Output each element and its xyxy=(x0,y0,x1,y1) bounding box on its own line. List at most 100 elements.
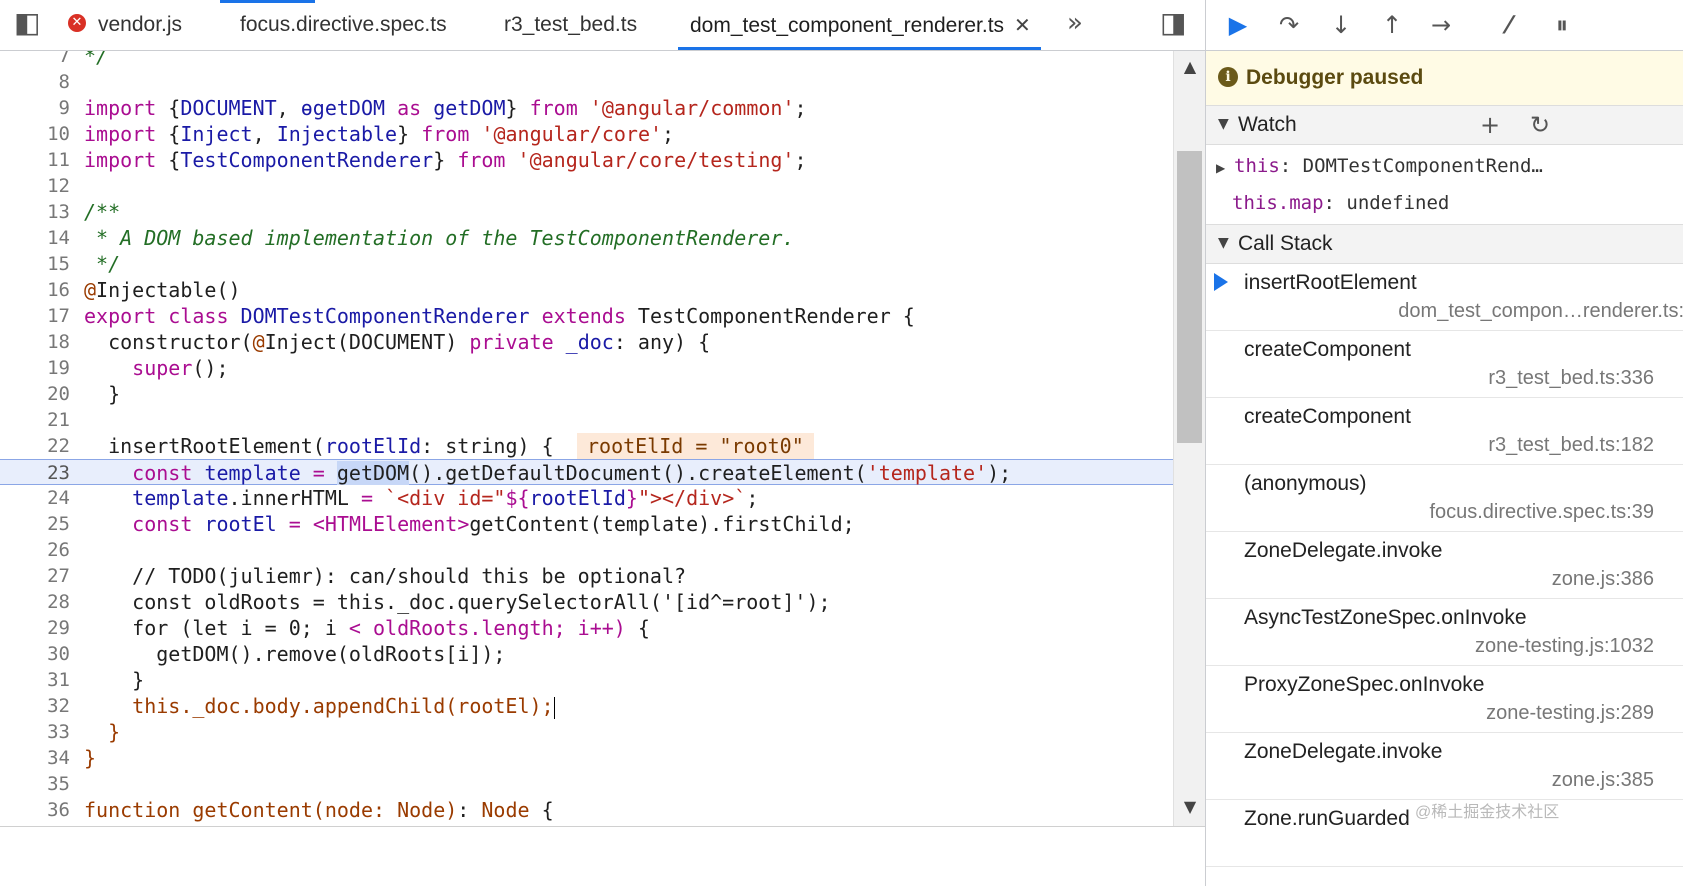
line-number[interactable]: 26 xyxy=(0,537,70,563)
line-number[interactable]: 35 xyxy=(0,771,70,797)
resume-icon[interactable]: ▶ xyxy=(1218,0,1258,50)
code-line[interactable]: 22 insertRootElement(rootElId: string) {… xyxy=(0,433,1173,459)
deactivate-breakpoints-icon[interactable]: ⁄ xyxy=(1489,0,1529,50)
toggle-navigator-icon[interactable]: ◧ xyxy=(14,6,40,39)
code-line[interactable]: 10 import {Inject, Injectable} from '@ang… xyxy=(0,121,1173,147)
scroll-down-icon[interactable]: ▼ xyxy=(1174,797,1206,816)
code-area[interactable]: 7 */8 9 import {DOCUMENT, ɵgetDOM as getDOM… xyxy=(0,51,1173,826)
line-number[interactable]: 19 xyxy=(0,355,70,381)
line-number[interactable]: 15 xyxy=(0,251,70,277)
expand-triangle-icon[interactable]: ▶ xyxy=(1216,150,1234,184)
code-line[interactable]: 21 xyxy=(0,407,1173,433)
line-number[interactable]: 11 xyxy=(0,147,70,173)
line-number[interactable]: 36 xyxy=(0,797,70,823)
code-line[interactable]: 7 */ xyxy=(0,51,1173,69)
line-number[interactable]: 29 xyxy=(0,615,70,641)
code-line[interactable]: 32 this._doc.body.appendChild(rootEl); xyxy=(0,693,1173,719)
code-line[interactable]: 16 @Injectable() xyxy=(0,277,1173,303)
line-number[interactable]: 30 xyxy=(0,641,70,667)
frame-location[interactable]: dom_test_compon…renderer.ts: xyxy=(1398,300,1683,323)
code-line[interactable]: 31 } xyxy=(0,667,1173,693)
line-number[interactable]: 25 xyxy=(0,511,70,537)
line-number[interactable]: 24 xyxy=(0,485,70,511)
tab-vendor-js[interactable]: ✕ vendor.js xyxy=(68,0,182,50)
step-into-icon[interactable]: ↓ xyxy=(1321,0,1361,50)
code-line[interactable]: 17 export class DOMTestComponentRenderer … xyxy=(0,303,1173,329)
line-number[interactable]: 10 xyxy=(0,121,70,147)
frame-location[interactable]: zone.js:385 xyxy=(1552,769,1654,792)
frame-location[interactable]: r3_test_bed.ts:182 xyxy=(1488,434,1654,457)
code-line[interactable]: 19 super(); xyxy=(0,355,1173,381)
code-line[interactable]: 13 /** xyxy=(0,199,1173,225)
code-line[interactable]: 24 template.innerHTML = `<div id="${root… xyxy=(0,485,1173,511)
frame-location[interactable]: focus.directive.spec.ts:39 xyxy=(1429,501,1654,524)
line-number[interactable]: 16 xyxy=(0,277,70,303)
code-line[interactable]: 14 * A DOM based implementation of the T… xyxy=(0,225,1173,251)
line-number[interactable]: 17 xyxy=(0,303,70,329)
line-number[interactable]: 33 xyxy=(0,719,70,745)
step-out-icon[interactable]: ↑ xyxy=(1372,0,1412,50)
pause-on-exceptions-icon[interactable]: ⏸ xyxy=(1542,0,1582,50)
code-line[interactable]: 20 } xyxy=(0,381,1173,407)
call-frame-current[interactable]: insertRootElement dom_test_compon…rendere… xyxy=(1206,264,1683,331)
code-line[interactable]: 9 import {DOCUMENT, ɵgetDOM as getDOM} fr… xyxy=(0,95,1173,121)
line-number[interactable]: 21 xyxy=(0,407,70,433)
watch-expression[interactable]: this.map: undefined xyxy=(1206,185,1683,221)
watch-expression[interactable]: ▶ this: DOMTestComponentRend… xyxy=(1206,148,1683,184)
line-number[interactable]: 22 xyxy=(0,433,70,459)
line-number[interactable]: 23 xyxy=(0,460,70,486)
call-frame[interactable]: createComponent r3_test_bed.ts:336 xyxy=(1206,331,1683,398)
more-tabs-icon[interactable]: » xyxy=(1067,8,1083,38)
line-number[interactable]: 13 xyxy=(0,199,70,225)
step-icon[interactable]: → xyxy=(1421,0,1461,50)
call-frame[interactable]: ZoneDelegate.invoke zone.js:386 xyxy=(1206,532,1683,599)
line-number[interactable]: 18 xyxy=(0,329,70,355)
refresh-icon[interactable]: ↻ xyxy=(1530,106,1550,144)
step-over-icon[interactable]: ↷ xyxy=(1269,0,1309,50)
line-number[interactable]: 20 xyxy=(0,381,70,407)
toggle-debugger-icon[interactable]: ◨ xyxy=(1160,6,1186,39)
code-line[interactable]: 34} xyxy=(0,745,1173,771)
code-line[interactable]: 30 getDOM().remove(oldRoots[i]); xyxy=(0,641,1173,667)
code-line[interactable]: 28 const oldRoots = this._doc.querySelec… xyxy=(0,589,1173,615)
frame-location[interactable]: zone-testing.js:289 xyxy=(1486,702,1654,725)
line-number[interactable]: 27 xyxy=(0,563,70,589)
frame-location[interactable]: zone-testing.js:1032 xyxy=(1475,635,1654,658)
tab-r3-test-bed[interactable]: r3_test_bed.ts xyxy=(504,0,637,50)
line-number[interactable]: 14 xyxy=(0,225,70,251)
code-line[interactable]: 29 for (let i = 0; i < oldRoots.length; … xyxy=(0,615,1173,641)
add-watch-icon[interactable]: + xyxy=(1480,106,1500,144)
callstack-section-header[interactable]: ▼ Call Stack xyxy=(1206,224,1683,264)
call-frame[interactable]: AsyncTestZoneSpec.onInvoke zone-testing.j… xyxy=(1206,599,1683,666)
tab-focus-directive-spec[interactable]: focus.directive.spec.ts xyxy=(240,0,447,50)
call-frame[interactable]: createComponent r3_test_bed.ts:182 xyxy=(1206,398,1683,465)
line-number[interactable]: 34 xyxy=(0,745,70,771)
code-line[interactable]: 12 xyxy=(0,173,1173,199)
code-line[interactable]: 18 constructor(@Inject(DOCUMENT) private… xyxy=(0,329,1173,355)
call-frame[interactable]: ProxyZoneSpec.onInvoke zone-testing.js:28… xyxy=(1206,666,1683,733)
line-number[interactable]: 7 xyxy=(0,51,70,69)
call-frame[interactable]: (anonymous) focus.directive.spec.ts:39 xyxy=(1206,465,1683,532)
frame-location[interactable]: zone.js:386 xyxy=(1552,568,1654,591)
frame-location[interactable]: r3_test_bed.ts:336 xyxy=(1488,367,1654,390)
code-line[interactable]: 25 const rootEl = <HTMLElement>getConten… xyxy=(0,511,1173,537)
code-line[interactable]: 26 xyxy=(0,537,1173,563)
editor-scrollbar[interactable]: ▲ ▼ xyxy=(1173,51,1206,826)
code-line[interactable]: 33 } xyxy=(0,719,1173,745)
line-number[interactable]: 31 xyxy=(0,667,70,693)
code-line[interactable]: 15 */ xyxy=(0,251,1173,277)
line-number[interactable]: 9 xyxy=(0,95,70,121)
close-icon[interactable]: ✕ xyxy=(1014,13,1031,37)
code-line[interactable]: 27 // TODO(juliemr): can/should this be … xyxy=(0,563,1173,589)
tab-dom-test-component-renderer[interactable]: dom_test_component_renderer.ts ✕ xyxy=(678,0,1041,50)
code-line[interactable]: 36 function getContent(node: Node): Node … xyxy=(0,797,1173,823)
call-frame[interactable]: ZoneDelegate.invoke zone.js:385 xyxy=(1206,733,1683,800)
scroll-up-icon[interactable]: ▲ xyxy=(1174,57,1206,76)
code-line[interactable]: 8 xyxy=(0,69,1173,95)
code-line[interactable]: 35 xyxy=(0,771,1173,797)
code-line[interactable]: 11 import {TestComponentRenderer} from '@… xyxy=(0,147,1173,173)
line-number[interactable]: 32 xyxy=(0,693,70,719)
current-execution-line[interactable]: 23 const template = getDOM().getDefaultD… xyxy=(0,459,1173,485)
line-number[interactable]: 8 xyxy=(0,69,70,95)
line-number[interactable]: 12 xyxy=(0,173,70,199)
